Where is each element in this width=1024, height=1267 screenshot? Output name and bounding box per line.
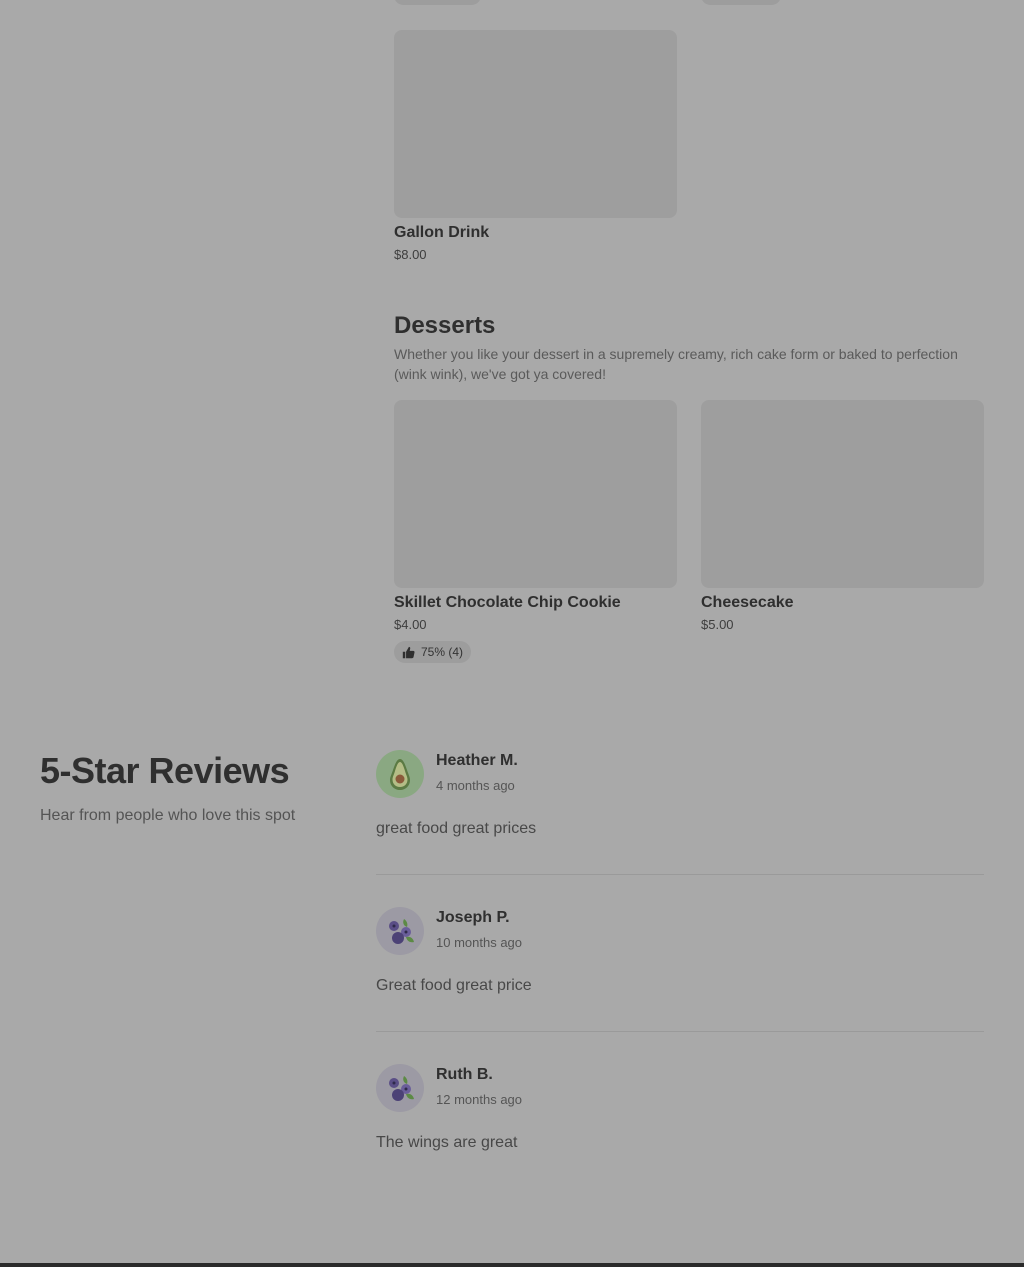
- footer-edge: [0, 1263, 1024, 1267]
- rating-pill: [701, 0, 781, 5]
- avatar: [376, 750, 424, 798]
- section-description: Whether you like your dessert in a supre…: [394, 346, 958, 382]
- menu-item-name: Skillet Chocolate Chip Cookie: [394, 594, 621, 611]
- avatar: [376, 907, 424, 955]
- menu-item-card[interactable]: Gallon Drink $8.00: [394, 30, 677, 263]
- menu-item-price: $8.00: [394, 247, 427, 262]
- reviews-title: 5-Star Reviews: [40, 750, 290, 791]
- reviews-subtitle: Hear from people who love this spot: [40, 807, 296, 824]
- reviewer-name: Heather M.: [436, 752, 518, 769]
- review-text: The wings are great: [376, 1134, 518, 1151]
- reviewer-name: Ruth B.: [436, 1066, 493, 1083]
- review-date: 4 months ago: [436, 778, 515, 793]
- divider: [376, 874, 984, 875]
- food-photo-placeholder: [701, 400, 984, 588]
- review-text: great food great prices: [376, 820, 537, 837]
- review-date: 12 months ago: [436, 1092, 523, 1107]
- avatar: [376, 1064, 424, 1112]
- menu-item-price: $5.00: [701, 617, 734, 632]
- rating-text: 75% (4): [421, 645, 464, 659]
- menu-item-card[interactable]: Skillet Chocolate Chip Cookie $4.00 75% …: [394, 400, 677, 664]
- blueberries-icon: [389, 919, 414, 944]
- review-date: 10 months ago: [436, 935, 523, 950]
- section-title: Desserts: [394, 312, 496, 339]
- menu-item-name: Cheesecake: [701, 594, 794, 611]
- avocado-icon: [390, 759, 410, 790]
- thumbs-up-icon: [402, 646, 415, 658]
- reviewer-name: Joseph P.: [436, 909, 510, 926]
- divider: [376, 1031, 984, 1032]
- review-text: Great food great price: [376, 977, 532, 994]
- menu-item-card[interactable]: Cheesecake $5.00: [701, 400, 984, 633]
- food-photo-placeholder: [394, 30, 677, 218]
- menu-item-price: $4.00: [394, 617, 427, 632]
- rating-pill: 75% (4): [394, 641, 472, 663]
- menu-item-name: Gallon Drink: [394, 224, 490, 241]
- rating-pill: [394, 0, 481, 5]
- food-photo-placeholder: [394, 400, 677, 588]
- blueberries-icon: [389, 1076, 414, 1101]
